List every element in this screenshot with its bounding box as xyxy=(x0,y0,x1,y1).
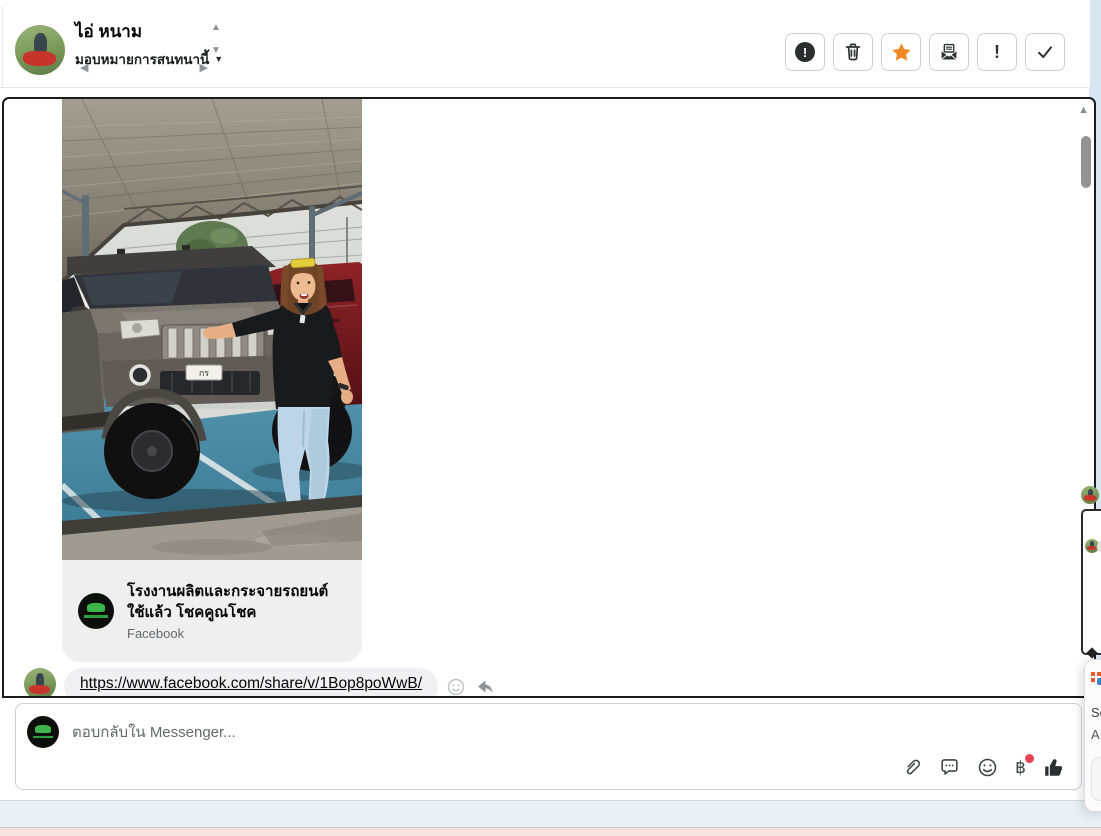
license-plate-text: กร xyxy=(199,368,209,378)
composer-page-logo xyxy=(27,716,59,748)
step-up-icon[interactable]: ▲ xyxy=(211,23,221,33)
reply-input[interactable] xyxy=(72,720,792,744)
notification-dot xyxy=(1025,753,1034,763)
messenger-conversation-view: ไอ่ หนาม มอบหมายการสนทนานี้ ▼ ◀ ▶ ▲ ▼ ! xyxy=(0,0,1101,836)
add-reaction-icon[interactable] xyxy=(446,677,466,696)
conversation-pager: ◀ ▶ xyxy=(80,63,208,74)
composer-section: ฿ xyxy=(0,699,1090,800)
open-envelope-icon xyxy=(941,43,957,60)
link-card-title-line2: ใช้แล้ว โชคคูณโชค xyxy=(127,604,257,621)
message-bubble: https://www.facebook.com/share/v/1Bop8po… xyxy=(64,668,439,696)
contact-name: ไอ่ หนาม xyxy=(75,22,143,41)
page-logo xyxy=(78,593,114,629)
mark-important-button[interactable]: ! xyxy=(977,33,1017,71)
saved-replies-icon[interactable] xyxy=(939,757,960,778)
bottom-strip-blue xyxy=(0,800,1101,827)
link-card-source: Facebook xyxy=(127,626,185,641)
overlay-text-fragment-1: Se xyxy=(1091,705,1101,720)
overlay-text-fragment-2: A xyxy=(1091,727,1100,742)
emoji-icon[interactable] xyxy=(977,757,998,778)
reply-arrow-icon[interactable] xyxy=(474,677,495,696)
next-conversation-icon[interactable]: ▶ xyxy=(200,63,208,74)
shared-attachment-message: กร โรงงานผลิตและกระจายรถยนต์ ใช้แล้ว โชค… xyxy=(62,99,362,662)
message-thread-panel: กร โรงงานผลิตและกระจายรถยนต์ ใช้แล้ว โชค… xyxy=(2,97,1096,698)
link-card-title-line1: โรงงานผลิตและกระจายรถยนต์ xyxy=(127,583,329,600)
check-icon xyxy=(1038,46,1052,58)
reply-composer[interactable]: ฿ xyxy=(15,703,1082,790)
trash-icon xyxy=(845,43,861,61)
overlay-avatar[interactable] xyxy=(1081,486,1099,504)
composer-actions: ฿ xyxy=(901,753,1065,778)
exclamation-icon: ! xyxy=(994,41,1000,62)
header-stepper: ▲ ▼ xyxy=(211,23,221,56)
overlay-extension-icon[interactable] xyxy=(1091,672,1101,685)
prev-conversation-icon[interactable]: ◀ xyxy=(80,63,88,74)
delete-button[interactable] xyxy=(833,33,873,71)
baht-symbol: ฿ xyxy=(1015,757,1026,777)
overlay-popup-top[interactable] xyxy=(1081,509,1101,655)
link-card-title: โรงงานผลิตและกระจายรถยนต์ ใช้แล้ว โชคคูณ… xyxy=(127,581,328,623)
column-divider xyxy=(2,6,3,86)
conversation-header: ไอ่ หนาม มอบหมายการสนทนานี้ ▼ ◀ ▶ ▲ ▼ ! xyxy=(0,0,1090,88)
shared-video-thumbnail[interactable]: กร xyxy=(62,99,362,560)
star-button[interactable] xyxy=(881,33,921,71)
step-down-icon[interactable]: ▼ xyxy=(211,46,221,56)
scrollbar-thumb[interactable] xyxy=(1081,136,1091,188)
overlay-input-fragment[interactable] xyxy=(1091,757,1101,801)
mark-done-button[interactable] xyxy=(1025,33,1065,71)
mark-unread-button[interactable] xyxy=(929,33,969,71)
link-message-row: https://www.facebook.com/share/v/1Bop8po… xyxy=(24,668,495,696)
link-card-text: โรงงานผลิตและกระจายรถยนต์ ใช้แล้ว โชคคูณ… xyxy=(127,581,328,641)
star-icon xyxy=(891,42,911,61)
attachment-icon[interactable] xyxy=(901,757,922,778)
payment-icon[interactable]: ฿ xyxy=(1015,753,1034,778)
report-spam-button[interactable]: ! xyxy=(785,33,825,71)
link-preview-card[interactable]: โรงงานผลิตและกระจายรถยนต์ ใช้แล้ว โชคคูณ… xyxy=(62,560,362,662)
conversation-toolbar: ! ! xyxy=(785,33,1065,71)
sender-avatar[interactable] xyxy=(24,668,56,696)
like-thumb-icon[interactable] xyxy=(1043,757,1065,778)
shared-link[interactable]: https://www.facebook.com/share/v/1Bop8po… xyxy=(80,675,422,692)
scrollbar-up-icon[interactable]: ▲ xyxy=(1078,104,1089,116)
car-dealership-photo: กร xyxy=(62,99,362,560)
bottom-strip-pink xyxy=(0,827,1101,836)
exclamation-circle-icon: ! xyxy=(795,42,815,62)
contact-avatar[interactable] xyxy=(15,25,65,75)
